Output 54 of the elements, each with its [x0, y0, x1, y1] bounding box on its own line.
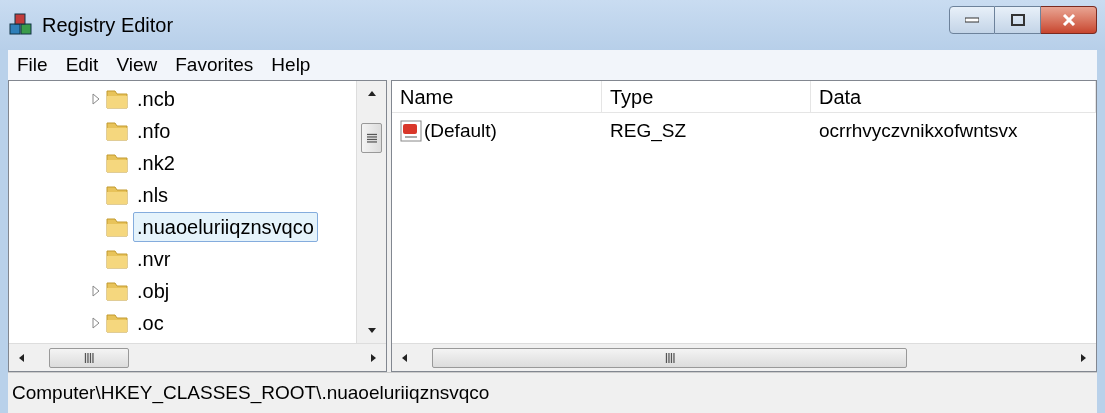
scroll-right-icon[interactable]: [368, 352, 378, 363]
status-bar-path: Computer\HKEY_CLASSES_ROOT\.nuaoeluriiqznsvqco: [11, 380, 491, 406]
value-name[interactable]: (Default): [424, 116, 497, 146]
folder-icon: [105, 152, 129, 174]
value-data: ocrrhvyczvnikxofwntsvx: [818, 118, 1019, 143]
registry-cubes-icon: [8, 12, 34, 38]
scroll-right-icon[interactable]: [1078, 352, 1088, 363]
scroll-down-icon[interactable]: [366, 325, 377, 335]
tree-item[interactable]: .nk2: [133, 148, 179, 178]
string-value-icon: [400, 120, 422, 142]
menu-item[interactable]: Favorites: [166, 50, 263, 80]
scroll-left-icon[interactable]: [400, 352, 410, 363]
expand-arrow-icon[interactable]: [92, 93, 100, 105]
folder-icon: [105, 280, 129, 302]
tree-item[interactable]: .nuaoeluriiqznsvqco: [133, 212, 318, 242]
tree-item[interactable]: .nls: [133, 180, 173, 210]
folder-icon: [105, 248, 129, 270]
tree-item[interactable]: .obj: [133, 276, 174, 306]
folder-icon: [105, 88, 129, 110]
minimize-icon: [965, 17, 979, 23]
tree-item[interactable]: .ncb: [133, 84, 179, 114]
maximize-button[interactable]: [995, 6, 1041, 34]
scroll-thumb[interactable]: [49, 347, 129, 368]
horizontal-scrollbar[interactable]: [9, 343, 386, 371]
value-type: REG_SZ: [609, 118, 688, 144]
menu-item[interactable]: File: [8, 50, 57, 80]
folder-icon: [105, 312, 129, 334]
folder-icon: [105, 120, 129, 142]
scroll-thumb[interactable]: [361, 123, 382, 153]
horizontal-scrollbar[interactable]: [392, 343, 1096, 371]
menu-item[interactable]: Help: [262, 50, 320, 80]
window-title: Registry Editor: [42, 13, 174, 38]
vertical-scrollbar[interactable]: [356, 81, 386, 343]
grip-icon: [663, 352, 676, 363]
scroll-thumb[interactable]: [432, 347, 907, 368]
expand-arrow-icon[interactable]: [92, 317, 100, 329]
close-icon: [1061, 14, 1076, 26]
folder-icon: [105, 184, 129, 206]
column-header[interactable]: Type: [602, 81, 811, 112]
expand-arrow-icon[interactable]: [92, 285, 100, 297]
close-button[interactable]: [1041, 6, 1097, 34]
tree-item[interactable]: .nfo: [133, 116, 175, 146]
maximize-icon: [1010, 14, 1025, 26]
column-header[interactable]: Data: [811, 81, 1096, 112]
grip-icon: [366, 132, 377, 144]
folder-icon: [105, 216, 129, 238]
menu-item[interactable]: View: [107, 50, 167, 80]
column-header[interactable]: Name: [392, 81, 602, 112]
scroll-up-icon[interactable]: [366, 89, 377, 99]
tree-item[interactable]: .nvr: [133, 244, 175, 274]
tree-item[interactable]: .oc: [133, 308, 168, 338]
grip-icon: [83, 352, 95, 363]
scroll-left-icon[interactable]: [17, 352, 27, 363]
menu-item[interactable]: Edit: [56, 50, 108, 80]
